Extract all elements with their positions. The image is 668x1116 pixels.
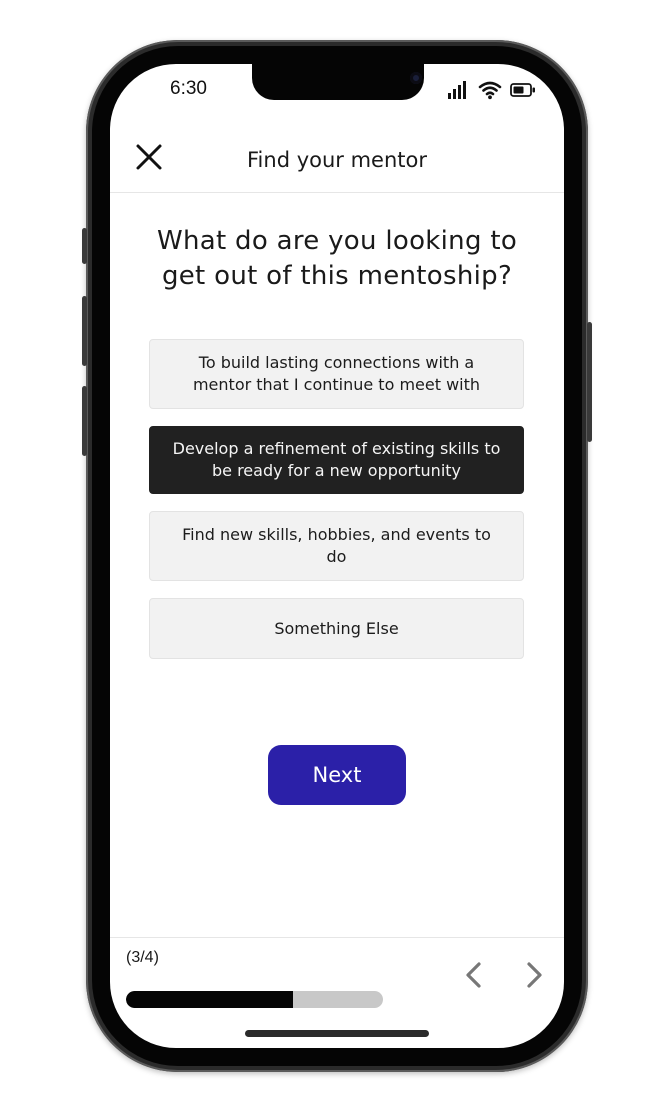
camera-icon: [410, 72, 422, 84]
previous-button[interactable]: [460, 958, 488, 992]
option-label: To build lasting connections with a ment…: [192, 353, 481, 394]
next-button[interactable]: Next: [268, 745, 406, 805]
phone-screen: 6:30 Find your mentor What do are you lo…: [110, 64, 564, 1048]
header: Find your mentor: [110, 128, 564, 193]
option-label: Develop a refinement of existing skills …: [172, 439, 501, 480]
progress-fill: [126, 991, 294, 1008]
home-indicator[interactable]: [245, 1030, 429, 1037]
option-refine-skills[interactable]: Develop a refinement of existing skills …: [149, 426, 524, 494]
option-label: Find new skills, hobbies, and events to …: [182, 525, 491, 566]
volume-up-button: [82, 296, 87, 366]
battery-icon: [510, 83, 535, 97]
step-counter: (3/4): [126, 949, 159, 966]
progress-bar: [126, 991, 383, 1008]
question-line-1: What do are you looking to: [156, 226, 518, 256]
status-time: 6:30: [170, 78, 207, 99]
forward-button[interactable]: [520, 958, 548, 992]
chevron-left-icon: [466, 962, 481, 988]
option-label: Something Else: [274, 618, 399, 638]
silent-switch: [82, 228, 87, 264]
notch: [252, 64, 424, 100]
signal-icon: [448, 81, 466, 99]
page-title: Find your mentor: [247, 148, 427, 172]
question-line-2: get out of this mentoship?: [161, 261, 513, 291]
wifi-icon: [478, 81, 502, 100]
option-new-skills[interactable]: Find new skills, hobbies, and events to …: [149, 511, 524, 581]
status-icons: [446, 80, 538, 102]
chevron-right-icon: [527, 962, 542, 988]
volume-down-button: [82, 386, 87, 456]
footer-divider: [110, 937, 564, 938]
option-lasting-connections[interactable]: To build lasting connections with a ment…: [149, 339, 524, 409]
power-button: [587, 322, 592, 442]
option-something-else[interactable]: Something Else: [149, 598, 524, 659]
question-heading: What do are you looking to get out of th…: [134, 224, 540, 294]
options-list: To build lasting connections with a ment…: [149, 339, 524, 676]
